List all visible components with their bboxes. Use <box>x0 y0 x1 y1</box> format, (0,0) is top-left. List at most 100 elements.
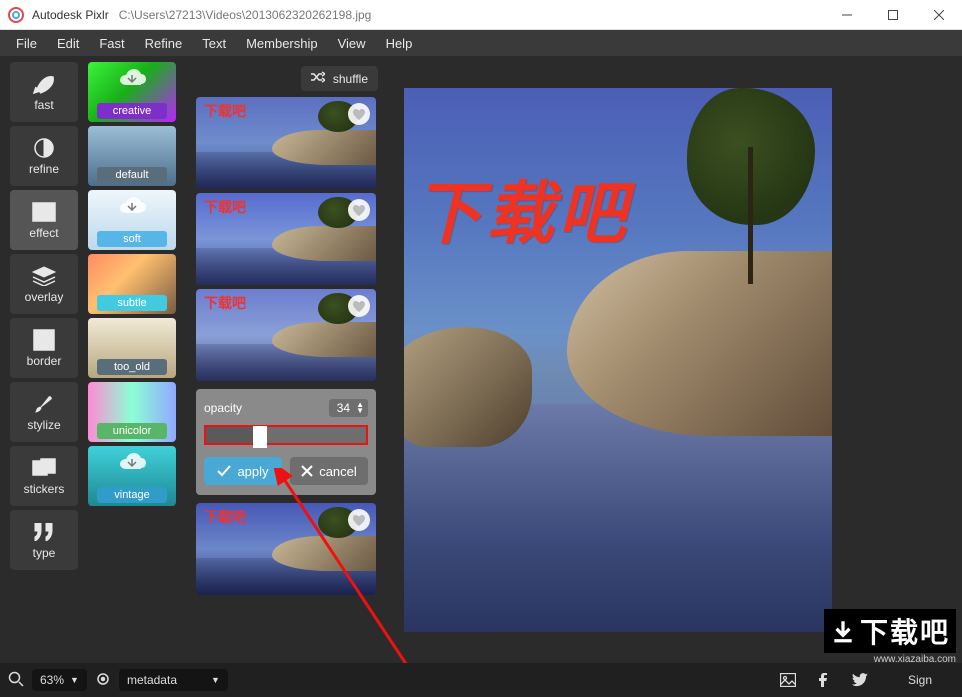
category-soft[interactable]: soft <box>88 190 176 250</box>
opacity-label: opacity <box>204 401 242 415</box>
preset-watermark: 下载吧 <box>204 101 246 121</box>
preset-alex[interactable]: 下载吧Alex <box>196 193 376 285</box>
metadata-select[interactable]: metadata ▼ <box>119 669 228 691</box>
frame-icon <box>32 329 56 351</box>
menu-help[interactable]: Help <box>376 32 423 55</box>
category-unicolor[interactable]: unicolor <box>88 382 176 442</box>
tool-label: border <box>27 354 62 368</box>
zoom-select[interactable]: 63% ▼ <box>32 669 87 691</box>
category-too_old[interactable]: too_old <box>88 318 176 378</box>
canvas-watermark: 下载吧 <box>414 158 630 257</box>
menu-file[interactable]: File <box>6 32 47 55</box>
tool-fast[interactable]: fast <box>10 62 78 122</box>
tool-label: stickers <box>24 482 65 496</box>
stepper-arrows-icon: ▲▼ <box>356 402 364 414</box>
cancel-label: cancel <box>319 464 357 479</box>
slider-thumb[interactable] <box>253 426 267 448</box>
effect-category-column: creative default soft subtle too_old unicolor… <box>88 56 186 663</box>
tool-label: refine <box>29 162 59 176</box>
window-minimize-button[interactable] <box>824 0 870 30</box>
tool-type[interactable]: type <box>10 510 78 570</box>
favorite-button[interactable] <box>348 103 370 125</box>
zoom-value: 63% <box>40 673 64 687</box>
tool-border[interactable]: border <box>10 318 78 378</box>
preset-list: 下载吧Adrian下载吧Alex下载吧Ian opacity 34▲▼ apply ca… <box>192 97 382 663</box>
main: fast refine effect overlay border stylize stic… <box>0 56 962 663</box>
preset-panel: shuffle 下载吧Adrian下载吧Alex下载吧Ian opacity 34▲… <box>186 56 388 663</box>
preset-ingrid[interactable]: 下载吧Ingrid <box>196 503 376 595</box>
filmstrip-icon <box>32 201 56 223</box>
menu-membership[interactable]: Membership <box>236 32 328 55</box>
tool-stylize[interactable]: stylize <box>10 382 78 442</box>
category-creative[interactable]: creative <box>88 62 176 122</box>
site-watermark: 下载吧 www.xiazaiba.com <box>816 593 956 663</box>
preset-watermark: 下载吧 <box>204 507 246 527</box>
category-label: vintage <box>97 487 167 503</box>
category-label: soft <box>97 231 167 247</box>
tool-refine[interactable]: refine <box>10 126 78 186</box>
cancel-button[interactable]: cancel <box>290 457 368 485</box>
favorite-button[interactable] <box>348 199 370 221</box>
shuffle-icon <box>311 71 325 86</box>
statusbar: 63% ▼ metadata ▼ Sign <box>0 663 962 697</box>
menubar: File Edit Fast Refine Text Membership Vi… <box>0 30 962 56</box>
menu-text[interactable]: Text <box>192 32 236 55</box>
chevron-down-icon: ▼ <box>211 675 220 685</box>
favorite-button[interactable] <box>348 509 370 531</box>
metadata-label: metadata <box>127 673 177 687</box>
menu-view[interactable]: View <box>328 32 376 55</box>
sign-in-link[interactable]: Sign <box>908 673 932 687</box>
tool-column: fast refine effect overlay border stylize stic… <box>0 56 88 663</box>
brush-icon <box>32 393 56 415</box>
category-label: subtle <box>97 295 167 311</box>
file-path: C:\Users\27213\Videos\2013062320262198.j… <box>119 8 824 22</box>
category-label: creative <box>97 103 167 119</box>
preset-ian[interactable]: 下载吧Ian <box>196 289 376 381</box>
apply-button[interactable]: apply <box>204 457 282 485</box>
category-vintage[interactable]: vintage <box>88 446 176 506</box>
tool-overlay[interactable]: overlay <box>10 254 78 314</box>
favorite-button[interactable] <box>348 295 370 317</box>
window-maximize-button[interactable] <box>870 0 916 30</box>
category-label: default <box>97 167 167 183</box>
zoom-icon[interactable] <box>8 671 24 690</box>
menu-fast[interactable]: Fast <box>89 32 134 55</box>
layers-icon <box>32 265 56 287</box>
category-subtle[interactable]: subtle <box>88 254 176 314</box>
image-icon[interactable] <box>780 672 796 688</box>
window-close-button[interactable] <box>916 0 962 30</box>
twitter-icon[interactable] <box>852 672 868 688</box>
app-name: Autodesk Pixlr <box>32 8 109 22</box>
chevron-down-icon: ▼ <box>70 675 79 685</box>
tool-label: stylize <box>27 418 60 432</box>
preset-adrian[interactable]: 下载吧Adrian <box>196 97 376 189</box>
quote-icon <box>32 521 56 543</box>
category-label: too_old <box>97 359 167 375</box>
category-default[interactable]: default <box>88 126 176 186</box>
contrast-icon <box>32 137 56 159</box>
target-icon[interactable] <box>95 671 111 690</box>
menu-edit[interactable]: Edit <box>47 32 89 55</box>
tool-effect[interactable]: effect <box>10 190 78 250</box>
shuffle-button[interactable]: shuffle <box>301 66 378 91</box>
facebook-icon[interactable] <box>816 672 832 688</box>
category-label: unicolor <box>97 423 167 439</box>
tool-label: effect <box>29 226 58 240</box>
preset-watermark: 下载吧 <box>204 293 246 313</box>
apply-label: apply <box>237 464 268 479</box>
stickers-icon <box>32 457 56 479</box>
shuffle-label: shuffle <box>333 72 368 86</box>
menu-refine[interactable]: Refine <box>135 32 193 55</box>
cloud-download-icon <box>117 68 147 95</box>
opacity-slider[interactable] <box>204 425 368 445</box>
app-icon <box>8 7 24 23</box>
rocket-icon <box>32 73 56 95</box>
cloud-download-icon <box>117 452 147 479</box>
opacity-stepper[interactable]: 34▲▼ <box>329 399 368 417</box>
image-canvas[interactable]: 下载吧 <box>404 88 832 632</box>
canvas-area: 下载吧 <box>388 56 962 663</box>
cloud-download-icon <box>117 196 147 223</box>
window-titlebar: Autodesk Pixlr C:\Users\27213\Videos\201… <box>0 0 962 30</box>
opacity-control: opacity 34▲▼ apply cancel <box>196 389 376 495</box>
tool-stickers[interactable]: stickers <box>10 446 78 506</box>
